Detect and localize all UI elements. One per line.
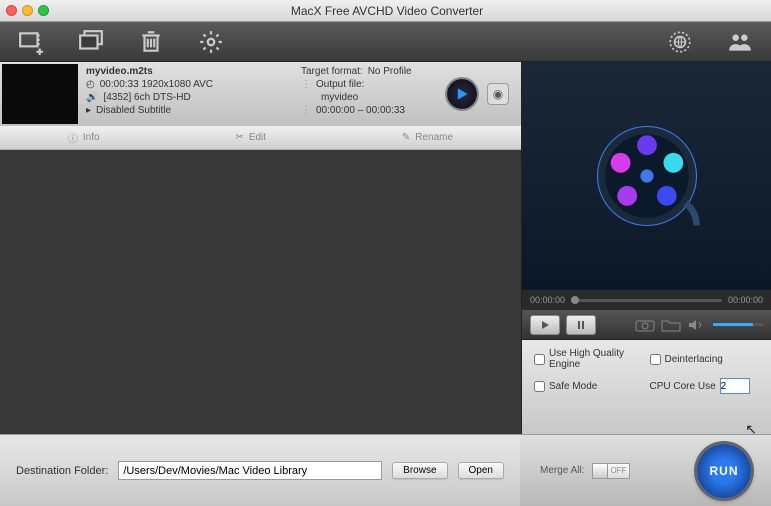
delete-icon[interactable] [138, 29, 164, 55]
gallery-icon[interactable] [78, 29, 104, 55]
settings-icon[interactable] [198, 29, 224, 55]
file-list-panel: myvideo.m2ts ◴00:00:33 1920x1080 AVC 🔊[4… [0, 62, 521, 434]
volume-icon[interactable] [687, 318, 707, 332]
options-panel: Use High Quality Engine Deinterlacing Sa… [522, 340, 771, 434]
info-icon: ⓘ [68, 130, 78, 145]
file-row[interactable]: myvideo.m2ts ◴00:00:33 1920x1080 AVC 🔊[4… [0, 62, 521, 126]
main-toolbar [0, 22, 771, 62]
cpu-core-select[interactable] [720, 378, 750, 394]
run-button[interactable]: RUN [697, 444, 751, 498]
open-button[interactable]: Open [458, 462, 504, 479]
people-icon[interactable] [727, 29, 753, 55]
cursor-icon: ↖ [745, 421, 757, 438]
pause-button[interactable] [566, 315, 596, 335]
speaker-icon: 🔊 [86, 92, 98, 103]
rename-icon: ✎ [402, 132, 410, 143]
merge-toggle[interactable]: OFF [592, 463, 630, 479]
time-track[interactable]: 00:00:00 00:00:00 [522, 290, 771, 310]
snapshot-icon[interactable]: ◉ [487, 83, 509, 105]
deinterlacing-checkbox[interactable] [650, 354, 661, 365]
preview-play-button[interactable] [447, 79, 477, 109]
scissors-icon: ✂ [235, 132, 243, 143]
preview-viewport [522, 62, 771, 290]
file-list-empty-area [0, 150, 521, 434]
hq-engine-checkbox[interactable] [534, 354, 545, 365]
time-current: 00:00:00 [530, 295, 565, 305]
play-button[interactable] [530, 315, 560, 335]
folder-icon[interactable] [661, 318, 681, 332]
destination-input[interactable] [118, 461, 382, 480]
run-bar: Merge All: OFF RUN [520, 434, 771, 506]
window-title: MacX Free AVCHD Video Converter [9, 4, 765, 18]
globe-icon[interactable] [667, 29, 693, 55]
file-name: myvideo.m2ts [86, 66, 289, 77]
destination-bar: Destination Folder: Browse Open [0, 434, 520, 506]
destination-label: Destination Folder: [16, 465, 108, 477]
camera-icon[interactable] [635, 318, 655, 332]
info-action[interactable]: ⓘInfo [68, 130, 100, 145]
merge-label: Merge All: [540, 465, 584, 476]
volume-slider[interactable] [713, 323, 763, 326]
rename-action[interactable]: ✎Rename [402, 132, 453, 143]
file-thumbnail [2, 64, 78, 124]
file-action-bar: ⓘInfo ✂Edit ✎Rename [0, 126, 521, 150]
film-reel-icon [592, 121, 702, 231]
add-video-icon[interactable] [18, 29, 44, 55]
safe-mode-checkbox[interactable] [534, 381, 545, 392]
browse-button[interactable]: Browse [392, 462, 447, 479]
clock-icon: ◴ [86, 79, 95, 90]
window-titlebar: MacX Free AVCHD Video Converter [0, 0, 771, 22]
subtitle-icon: ▸ [86, 105, 91, 116]
transport-controls [522, 310, 771, 340]
time-total: 00:00:00 [728, 295, 763, 305]
edit-action[interactable]: ✂Edit [235, 132, 266, 143]
preview-panel: 00:00:00 00:00:00 Use High Quality Engin… [521, 62, 771, 434]
